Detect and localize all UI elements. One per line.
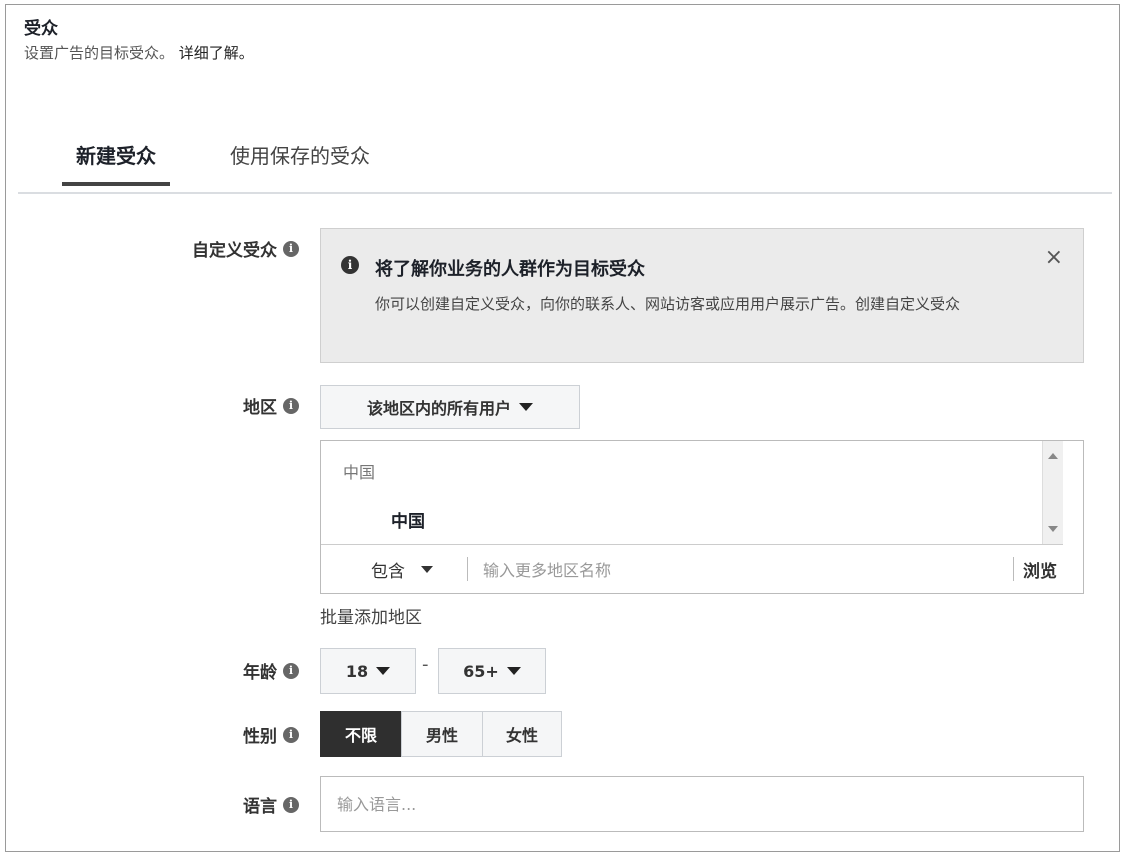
gender-option-male[interactable]: 男性 [401,711,483,757]
region-list-item[interactable]: 中国 [391,507,425,532]
scroll-up-icon[interactable] [1048,453,1058,459]
caret-down-icon [421,566,433,573]
age-min-value: 18 [345,661,369,681]
info-icon[interactable]: i [283,726,299,743]
caret-down-icon [506,667,521,675]
scroll-down-icon[interactable] [1048,526,1058,532]
language-label: 语言 i [243,792,299,817]
region-list-scrollbar[interactable] [1042,441,1063,544]
region-search-input[interactable] [481,553,1005,587]
region-scope-dropdown[interactable]: 该地区内的所有用户 [320,385,580,429]
region-selector: 中国 中国 包含 浏览 [320,440,1084,594]
age-max-value: 65+ [463,661,499,681]
age-min-dropdown[interactable]: 18 [320,648,416,694]
custom-audience-label: 自定义受众 i [192,236,299,261]
age-label-text: 年龄 [243,663,277,683]
gender-label: 性别 i [243,722,299,747]
region-list: 中国 中国 [321,441,1063,545]
section-title: 受众 [24,19,58,39]
notice-body: 你可以创建自定义受众，向你的联系人、网站访客或应用用户展示广告。创建自定义受众 [375,295,961,313]
gender-option-female[interactable]: 女性 [482,711,562,757]
browse-button[interactable]: 浏览 [1023,557,1057,582]
language-label-text: 语言 [243,797,277,817]
divider [1013,557,1014,581]
region-input-row: 包含 浏览 [321,545,1083,593]
info-icon[interactable]: i [283,397,299,414]
region-label: 地区 i [243,393,299,418]
caret-down-icon [519,403,533,411]
region-scope-label: 该地区内的所有用户 [366,399,511,418]
region-list-header: 中国 [343,463,376,482]
info-icon: i [341,256,359,274]
info-icon[interactable]: i [283,796,299,813]
gender-label-text: 性别 [243,727,277,747]
divider [467,557,468,581]
close-icon[interactable]: × [1045,245,1063,270]
subtitle-text: 设置广告的目标受众。 [24,44,175,62]
bulk-add-regions-link[interactable]: 批量添加地区 [320,603,422,628]
language-input[interactable] [320,776,1084,832]
info-icon[interactable]: i [283,662,299,679]
custom-audience-notice: i 将了解你业务的人群作为目标受众 你可以创建自定义受众，向你的联系人、网站访客… [320,228,1084,363]
caret-down-icon [376,667,391,675]
notice-title: 将了解你业务的人群作为目标受众 [375,259,645,280]
section-subtitle: 设置广告的目标受众。 详细了解。 [24,42,254,63]
age-range-separator: - [422,654,429,675]
learn-more-link[interactable]: 详细了解。 [179,44,254,62]
include-dropdown[interactable]: 包含 [371,557,433,582]
audience-tabs: 新建受众 使用保存的受众 [18,130,1112,194]
region-label-text: 地区 [243,398,277,418]
info-icon[interactable]: i [283,240,299,257]
tab-new-audience[interactable]: 新建受众 [62,140,170,186]
age-max-dropdown[interactable]: 65+ [438,648,546,694]
age-label: 年龄 i [243,658,299,683]
include-label: 包含 [371,562,405,582]
custom-audience-label-text: 自定义受众 [192,241,277,261]
gender-option-all[interactable]: 不限 [320,711,402,757]
tab-saved-audience[interactable]: 使用保存的受众 [230,140,370,183]
